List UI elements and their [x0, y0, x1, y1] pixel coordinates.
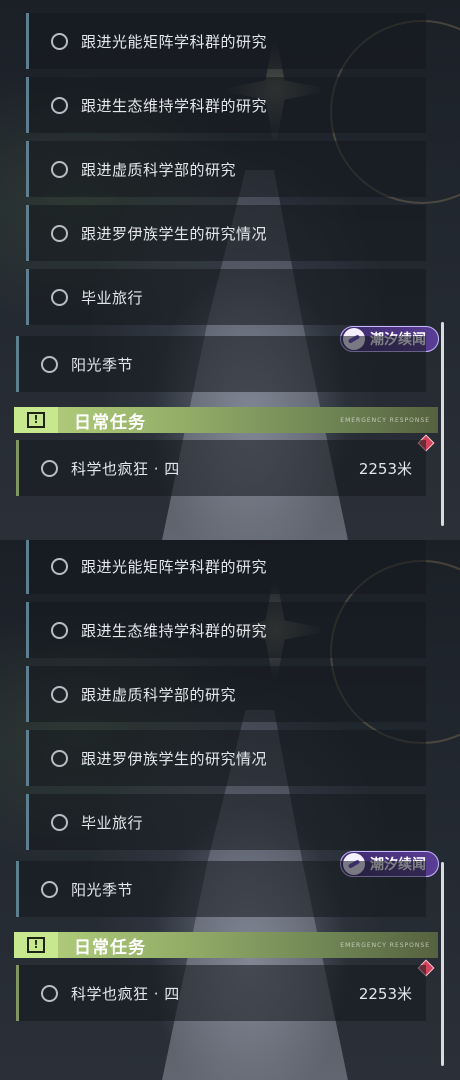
quest-label: 阳光季节 [71, 880, 134, 899]
quest-distance: 2253米 [358, 984, 412, 1003]
quest-label: 跟进虚质科学部的研究 [81, 160, 237, 179]
quest-item[interactable]: 跟进生态维持学科群的研究 [26, 77, 426, 133]
quest-status-icon [51, 749, 68, 767]
quest-status-icon [51, 96, 68, 114]
scrollbar[interactable] [441, 322, 444, 526]
quest-item[interactable]: 跟进罗伊族学生的研究情况 [26, 730, 426, 786]
quest-label: 跟进生态维持学科群的研究 [81, 621, 268, 640]
quest-tracker-panel: 跟进光能矩阵学科群的研究 跟进生态维持学科群的研究 跟进虚质科学部的研究 跟进罗… [0, 0, 460, 540]
quest-item[interactable]: 毕业旅行 [26, 794, 426, 850]
alert-icon: ! [14, 407, 58, 433]
quest-tracker-panel: 跟进光能矩阵学科群的研究 跟进生态维持学科群的研究 跟进虚质科学部的研究 跟进罗… [0, 540, 460, 1080]
section-title: 日常任务 [74, 937, 146, 958]
quest-status-icon [51, 288, 68, 306]
quest-label: 跟进光能矩阵学科群的研究 [81, 32, 268, 51]
section-decoration: EMERGENCY RESPONSE [340, 941, 430, 949]
quest-status-icon [51, 224, 68, 242]
quest-item[interactable]: 跟进虚质科学部的研究 [26, 141, 426, 197]
daily-quest-item[interactable]: 科学也疯狂 · 四 2253米 [16, 965, 426, 1021]
alert-icon: ! [14, 932, 58, 958]
quest-status-icon [41, 880, 58, 898]
quest-label: 科学也疯狂 · 四 [71, 459, 180, 478]
quest-label: 科学也疯狂 · 四 [71, 984, 180, 1003]
quest-status-icon [51, 160, 68, 178]
quest-status-icon [41, 355, 58, 373]
quest-status-icon [51, 32, 68, 50]
quest-status-icon [51, 557, 68, 575]
quest-status-icon [51, 685, 68, 703]
quest-item[interactable]: 毕业旅行 [26, 269, 426, 325]
section-title: 日常任务 [74, 412, 146, 433]
daily-tasks-header[interactable]: ! 日常任务 EMERGENCY RESPONSE [14, 407, 438, 433]
scrollbar[interactable] [441, 862, 444, 1066]
quest-item[interactable]: 跟进生态维持学科群的研究 [26, 602, 426, 658]
quest-status-icon [51, 813, 68, 831]
quest-label: 跟进罗伊族学生的研究情况 [81, 749, 268, 768]
quest-distance: 2253米 [358, 459, 412, 478]
quest-label: 跟进虚质科学部的研究 [81, 685, 237, 704]
daily-tasks-header[interactable]: ! 日常任务 EMERGENCY RESPONSE [14, 932, 438, 958]
section-decoration: EMERGENCY RESPONSE [340, 416, 430, 424]
season-quest-item[interactable]: 阳光季节 [16, 336, 426, 392]
quest-label: 跟进生态维持学科群的研究 [81, 96, 268, 115]
quest-label: 跟进光能矩阵学科群的研究 [81, 557, 268, 576]
quest-item[interactable]: 跟进虚质科学部的研究 [26, 666, 426, 722]
quest-status-icon [41, 459, 58, 477]
quest-label: 阳光季节 [71, 355, 134, 374]
quest-label: 跟进罗伊族学生的研究情况 [81, 224, 268, 243]
quest-label: 毕业旅行 [81, 813, 144, 832]
quest-item[interactable]: 跟进罗伊族学生的研究情况 [26, 205, 426, 261]
season-quest-item[interactable]: 阳光季节 [16, 861, 426, 917]
daily-quest-item[interactable]: 科学也疯狂 · 四 2253米 [16, 440, 426, 496]
quest-item[interactable]: 跟进光能矩阵学科群的研究 [26, 540, 426, 594]
quest-label: 毕业旅行 [81, 288, 144, 307]
quest-status-icon [41, 984, 58, 1002]
quest-status-icon [51, 621, 68, 639]
quest-item[interactable]: 跟进光能矩阵学科群的研究 [26, 13, 426, 69]
